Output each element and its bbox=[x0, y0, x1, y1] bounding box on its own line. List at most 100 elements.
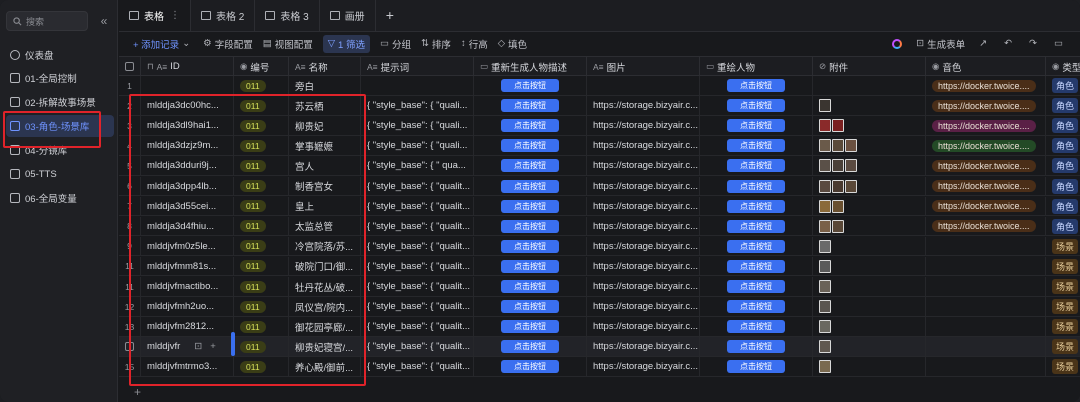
collapse-sidebar-icon[interactable]: « bbox=[96, 13, 112, 29]
redraw-button[interactable]: 点击按钮 bbox=[727, 179, 785, 193]
tab-1[interactable]: 表格 ⋮ bbox=[119, 0, 191, 31]
table-row[interactable]: 13 mlddjvfm2812... 011 御花园亭廊/... { "style_ba… bbox=[119, 317, 1080, 337]
expand-record-icon[interactable]: ⊡ bbox=[194, 341, 202, 352]
attachment-thumbnail[interactable] bbox=[845, 139, 857, 153]
regenerate-button[interactable]: 点击按钮 bbox=[501, 199, 559, 213]
view-config-button[interactable]: ▤ 视图配置 bbox=[263, 37, 313, 51]
regenerate-button[interactable]: 点击按钮 bbox=[501, 340, 559, 354]
filter-button[interactable]: ▽ 1 筛选 bbox=[322, 34, 370, 53]
field-config-button[interactable]: ⚙ 字段配置 bbox=[203, 37, 253, 51]
table-row[interactable]: mlddjvfr ⊡ +011 柳贵妃寝宫/... { "style_base": { … bbox=[119, 337, 1080, 357]
regenerate-button[interactable]: 点击按钮 bbox=[501, 280, 559, 293]
fill-color-button[interactable]: ◇ 填色 bbox=[498, 37, 527, 51]
redraw-button[interactable]: 点击按钮 bbox=[727, 259, 785, 273]
sidebar-item-4[interactable]: 03-角色-场景库 bbox=[6, 115, 114, 137]
regenerate-button[interactable]: 点击按钮 bbox=[501, 99, 559, 113]
table-row[interactable]: 2 mlddja3dc00hc... 011 苏云栖 { "style_base": {… bbox=[119, 96, 1080, 116]
attachment-thumbnail[interactable] bbox=[819, 259, 831, 273]
tab-3[interactable]: 表格 3 bbox=[255, 0, 320, 31]
attachment-thumbnail[interactable] bbox=[832, 139, 844, 153]
column-header-code[interactable]: ◉ 编号 bbox=[234, 57, 289, 76]
table-row[interactable]: 9 mlddjvfm0z5le... 011 冷宫院落/苏... { "style_ba… bbox=[119, 236, 1080, 257]
attachment-thumbnail[interactable] bbox=[819, 179, 831, 193]
regenerate-button[interactable]: 点击按钮 bbox=[501, 219, 559, 233]
redraw-button[interactable]: 点击按钮 bbox=[727, 139, 785, 153]
redraw-button[interactable]: 点击按钮 bbox=[727, 219, 785, 233]
table-row[interactable]: 5 mlddja3dduri9j... 011 宫人 { "style_base": {… bbox=[119, 156, 1080, 176]
sidebar-item-1[interactable]: 仪表盘 bbox=[6, 44, 114, 66]
table-row[interactable]: 12 mlddjvfmh2uo... 011 凤仪宫/院内... { "style_ba… bbox=[119, 297, 1080, 317]
regenerate-button[interactable]: 点击按钮 bbox=[501, 179, 559, 193]
attachment-thumbnail[interactable] bbox=[819, 119, 831, 133]
regenerate-button[interactable]: 点击按钮 bbox=[501, 159, 559, 173]
redraw-button[interactable]: 点击按钮 bbox=[727, 79, 785, 92]
table-row[interactable]: 8 mlddja3d4fhiu... 011 太监总管 { "style_base": … bbox=[119, 216, 1080, 237]
redraw-button[interactable]: 点击按钮 bbox=[727, 300, 785, 314]
table-row[interactable]: 4 mlddja3dzjz9m... 011 掌事嬷嬷 { "style_base": … bbox=[119, 136, 1080, 156]
generate-form-button[interactable]: ⊡ 生成表单 bbox=[916, 37, 965, 51]
tab-4[interactable]: 画册 bbox=[320, 0, 376, 31]
column-header-name[interactable]: A≡ 名称 bbox=[289, 57, 361, 76]
attachment-thumbnail[interactable] bbox=[819, 280, 831, 293]
table-row[interactable]: 1 011 旁白 点击按钮 点击按钮 https://docker.twoice.... 角… bbox=[119, 76, 1080, 96]
regenerate-button[interactable]: 点击按钮 bbox=[501, 239, 559, 253]
attachment-thumbnail[interactable] bbox=[819, 340, 831, 354]
sidebar-item-3[interactable]: 02-拆解故事场景 bbox=[6, 91, 114, 113]
add-tab-icon[interactable]: + bbox=[376, 0, 404, 31]
row-drag-indicator[interactable] bbox=[231, 332, 235, 356]
redraw-button[interactable]: 点击按钮 bbox=[727, 239, 785, 253]
add-record-button[interactable]: + 添加记录 ⌄ bbox=[133, 37, 193, 51]
select-all-checkbox-cell[interactable] bbox=[119, 57, 141, 76]
attachment-thumbnail[interactable] bbox=[819, 99, 831, 113]
ai-logo-button[interactable] bbox=[892, 38, 903, 49]
regenerate-button[interactable]: 点击按钮 bbox=[501, 139, 559, 153]
table-row[interactable]: 7 mlddja3d55cei... 011 皇上 { "style_base": { … bbox=[119, 196, 1080, 217]
attachment-thumbnail[interactable] bbox=[819, 320, 831, 334]
tab-2[interactable]: 表格 2 bbox=[191, 0, 256, 31]
redraw-button[interactable]: 点击按钮 bbox=[727, 99, 785, 113]
sidebar-item-2[interactable]: 01-全局控制 bbox=[6, 67, 114, 89]
attachment-thumbnail[interactable] bbox=[832, 199, 844, 213]
redraw-button[interactable]: 点击按钮 bbox=[727, 360, 785, 374]
share-button[interactable]: ↗ bbox=[979, 38, 990, 49]
table-row[interactable]: 6 mlddja3dpp4lb... 011 制香宫女 { "style_base": … bbox=[119, 176, 1080, 196]
attachment-thumbnail[interactable] bbox=[845, 159, 857, 173]
group-button[interactable]: ▭ 分组 bbox=[380, 37, 411, 51]
sidebar-item-7[interactable]: 06-全局变量 bbox=[6, 187, 114, 209]
column-header-prompt[interactable]: A≡ 提示词 bbox=[361, 57, 474, 76]
column-header-btn1[interactable]: ▭ 重新生成人物描述 bbox=[474, 57, 587, 76]
add-icon[interactable]: + bbox=[210, 341, 216, 352]
comment-button[interactable]: ▭ bbox=[1054, 38, 1066, 49]
regenerate-button[interactable]: 点击按钮 bbox=[501, 259, 559, 273]
sort-button[interactable]: ⇅ 排序 bbox=[421, 37, 451, 51]
redo-button[interactable]: ↷ bbox=[1029, 38, 1040, 49]
regenerate-button[interactable]: 点击按钮 bbox=[501, 79, 559, 92]
attachment-thumbnail[interactable] bbox=[819, 219, 831, 233]
attachment-thumbnail[interactable] bbox=[832, 219, 844, 233]
redraw-button[interactable]: 点击按钮 bbox=[727, 320, 785, 334]
attachment-thumbnail[interactable] bbox=[832, 179, 844, 193]
column-header-image[interactable]: A≡ 图片 bbox=[587, 57, 700, 76]
regenerate-button[interactable]: 点击按钮 bbox=[501, 320, 559, 334]
add-row-icon[interactable]: + bbox=[134, 385, 141, 399]
attachment-thumbnail[interactable] bbox=[832, 159, 844, 173]
table-row[interactable]: 3 mlddja3dl9hai1... 011 柳贵妃 { "style_base": … bbox=[119, 116, 1080, 136]
sidebar-item-6[interactable]: 05-TTS bbox=[6, 163, 114, 185]
undo-button[interactable]: ↶ bbox=[1004, 38, 1015, 49]
row-height-button[interactable]: ↕ 行高 bbox=[461, 37, 488, 51]
select-all-checkbox[interactable] bbox=[125, 62, 134, 71]
redraw-button[interactable]: 点击按钮 bbox=[727, 280, 785, 293]
attachment-thumbnail[interactable] bbox=[819, 239, 831, 253]
table-row[interactable]: 15 mlddjvfmtrmo3... 011 养心殿/御前... { "style_b… bbox=[119, 357, 1080, 377]
attachment-thumbnail[interactable] bbox=[819, 300, 831, 314]
redraw-button[interactable]: 点击按钮 bbox=[727, 340, 785, 354]
table-row[interactable]: 11 mlddjvfmm81s... 011 破院门口/御... { "style_ba… bbox=[119, 256, 1080, 277]
attachment-thumbnail[interactable] bbox=[832, 119, 844, 133]
redraw-button[interactable]: 点击按钮 bbox=[727, 119, 785, 133]
redraw-button[interactable]: 点击按钮 bbox=[727, 159, 785, 173]
sidebar-item-5[interactable]: 04-分镜库 bbox=[6, 139, 114, 161]
tab-more-icon[interactable]: ⋮ bbox=[170, 10, 180, 21]
redraw-button[interactable]: 点击按钮 bbox=[727, 199, 785, 213]
search-input[interactable]: 搜索 bbox=[6, 11, 88, 31]
attachment-thumbnail[interactable] bbox=[845, 179, 857, 193]
